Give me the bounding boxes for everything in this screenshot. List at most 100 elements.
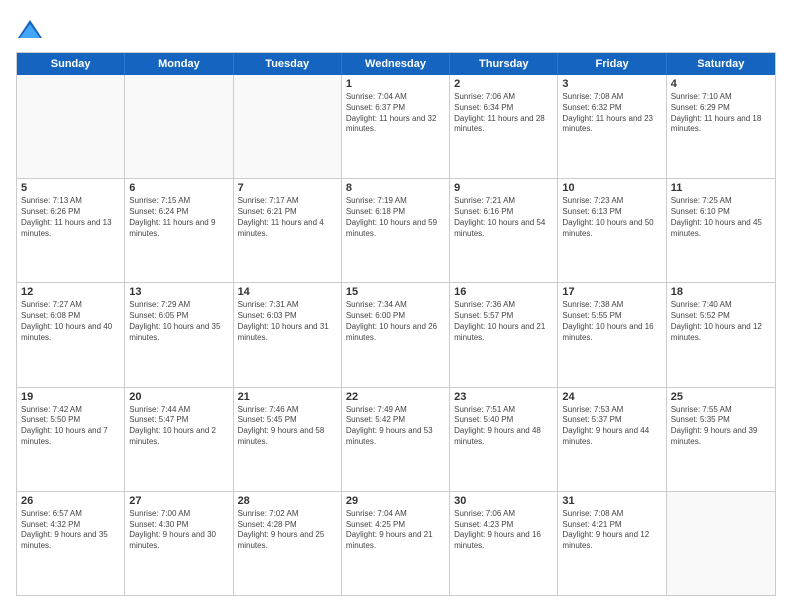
week-row-3: 12 Sunrise: 7:27 AMSunset: 6:08 PMDayligh… (17, 283, 775, 387)
empty-cell (125, 75, 233, 178)
day-cell-23: 23 Sunrise: 7:51 AMSunset: 5:40 PMDayligh… (450, 388, 558, 491)
empty-cell (17, 75, 125, 178)
day-number: 29 (346, 495, 445, 507)
day-cell-21: 21 Sunrise: 7:46 AMSunset: 5:45 PMDayligh… (234, 388, 342, 491)
empty-cell (667, 492, 775, 595)
day-cell-18: 18 Sunrise: 7:40 AMSunset: 5:52 PMDayligh… (667, 283, 775, 386)
day-info: Sunrise: 7:06 AMSunset: 4:23 PMDaylight:… (454, 509, 553, 552)
day-cell-27: 27 Sunrise: 7:00 AMSunset: 4:30 PMDayligh… (125, 492, 233, 595)
day-cell-7: 7 Sunrise: 7:17 AMSunset: 6:21 PMDaylight… (234, 179, 342, 282)
day-number: 11 (671, 182, 771, 194)
day-info: Sunrise: 7:53 AMSunset: 5:37 PMDaylight:… (562, 405, 661, 448)
day-cell-29: 29 Sunrise: 7:04 AMSunset: 4:25 PMDayligh… (342, 492, 450, 595)
header-day-monday: Monday (125, 53, 233, 75)
day-info: Sunrise: 7:34 AMSunset: 6:00 PMDaylight:… (346, 300, 445, 343)
day-number: 30 (454, 495, 553, 507)
week-row-5: 26 Sunrise: 6:57 AMSunset: 4:32 PMDayligh… (17, 492, 775, 595)
header-day-friday: Friday (558, 53, 666, 75)
day-number: 8 (346, 182, 445, 194)
day-number: 4 (671, 78, 771, 90)
header-day-saturday: Saturday (667, 53, 775, 75)
day-info: Sunrise: 7:29 AMSunset: 6:05 PMDaylight:… (129, 300, 228, 343)
day-number: 5 (21, 182, 120, 194)
day-cell-16: 16 Sunrise: 7:36 AMSunset: 5:57 PMDayligh… (450, 283, 558, 386)
day-info: Sunrise: 7:04 AMSunset: 4:25 PMDaylight:… (346, 509, 445, 552)
day-number: 20 (129, 391, 228, 403)
day-number: 12 (21, 286, 120, 298)
day-info: Sunrise: 7:04 AMSunset: 6:37 PMDaylight:… (346, 92, 445, 135)
day-number: 1 (346, 78, 445, 90)
day-number: 6 (129, 182, 228, 194)
day-number: 19 (21, 391, 120, 403)
day-number: 13 (129, 286, 228, 298)
day-info: Sunrise: 7:13 AMSunset: 6:26 PMDaylight:… (21, 196, 120, 239)
day-info: Sunrise: 6:57 AMSunset: 4:32 PMDaylight:… (21, 509, 120, 552)
day-cell-28: 28 Sunrise: 7:02 AMSunset: 4:28 PMDayligh… (234, 492, 342, 595)
day-number: 28 (238, 495, 337, 507)
page: SundayMondayTuesdayWednesdayThursdayFrid… (0, 0, 792, 612)
day-info: Sunrise: 7:17 AMSunset: 6:21 PMDaylight:… (238, 196, 337, 239)
day-cell-20: 20 Sunrise: 7:44 AMSunset: 5:47 PMDayligh… (125, 388, 233, 491)
day-info: Sunrise: 7:38 AMSunset: 5:55 PMDaylight:… (562, 300, 661, 343)
logo-icon (16, 16, 44, 44)
day-cell-9: 9 Sunrise: 7:21 AMSunset: 6:16 PMDaylight… (450, 179, 558, 282)
day-cell-25: 25Sunrise: 7:55 AMSunset: 5:35 PMDayligh… (667, 388, 775, 491)
header-day-sunday: Sunday (17, 53, 125, 75)
day-info: Sunrise: 7:36 AMSunset: 5:57 PMDaylight:… (454, 300, 553, 343)
day-number: 14 (238, 286, 337, 298)
day-number: 31 (562, 495, 661, 507)
logo (16, 16, 48, 44)
week-row-4: 19 Sunrise: 7:42 AMSunset: 5:50 PMDayligh… (17, 388, 775, 492)
day-cell-30: 30 Sunrise: 7:06 AMSunset: 4:23 PMDayligh… (450, 492, 558, 595)
day-info: Sunrise: 7:00 AMSunset: 4:30 PMDaylight:… (129, 509, 228, 552)
day-info: Sunrise: 7:21 AMSunset: 6:16 PMDaylight:… (454, 196, 553, 239)
header-day-tuesday: Tuesday (234, 53, 342, 75)
day-cell-1: 1 Sunrise: 7:04 AMSunset: 6:37 PMDaylight… (342, 75, 450, 178)
day-number: 17 (562, 286, 661, 298)
day-cell-8: 8 Sunrise: 7:19 AMSunset: 6:18 PMDaylight… (342, 179, 450, 282)
day-number: 10 (562, 182, 661, 194)
header (16, 16, 776, 44)
day-number: 27 (129, 495, 228, 507)
day-number: 9 (454, 182, 553, 194)
day-number: 15 (346, 286, 445, 298)
day-info: Sunrise: 7:42 AMSunset: 5:50 PMDaylight:… (21, 405, 120, 448)
day-info: Sunrise: 7:02 AMSunset: 4:28 PMDaylight:… (238, 509, 337, 552)
day-number: 18 (671, 286, 771, 298)
day-info: Sunrise: 7:19 AMSunset: 6:18 PMDaylight:… (346, 196, 445, 239)
day-cell-17: 17 Sunrise: 7:38 AMSunset: 5:55 PMDayligh… (558, 283, 666, 386)
day-cell-14: 14 Sunrise: 7:31 AMSunset: 6:03 PMDayligh… (234, 283, 342, 386)
empty-cell (234, 75, 342, 178)
day-info: Sunrise: 7:55 AMSunset: 5:35 PMDaylight:… (671, 405, 771, 448)
day-cell-6: 6 Sunrise: 7:15 AMSunset: 6:24 PMDaylight… (125, 179, 233, 282)
day-info: Sunrise: 7:08 AMSunset: 4:21 PMDaylight:… (562, 509, 661, 552)
day-cell-31: 31 Sunrise: 7:08 AMSunset: 4:21 PMDayligh… (558, 492, 666, 595)
day-number: 3 (562, 78, 661, 90)
day-number: 16 (454, 286, 553, 298)
day-info: Sunrise: 7:27 AMSunset: 6:08 PMDaylight:… (21, 300, 120, 343)
day-info: Sunrise: 7:06 AMSunset: 6:34 PMDaylight:… (454, 92, 553, 135)
day-info: Sunrise: 7:15 AMSunset: 6:24 PMDaylight:… (129, 196, 228, 239)
day-cell-15: 15 Sunrise: 7:34 AMSunset: 6:00 PMDayligh… (342, 283, 450, 386)
day-cell-26: 26 Sunrise: 6:57 AMSunset: 4:32 PMDayligh… (17, 492, 125, 595)
day-info: Sunrise: 7:51 AMSunset: 5:40 PMDaylight:… (454, 405, 553, 448)
day-number: 21 (238, 391, 337, 403)
day-cell-22: 22Sunrise: 7:49 AMSunset: 5:42 PMDayligh… (342, 388, 450, 491)
day-info: Sunrise: 7:31 AMSunset: 6:03 PMDaylight:… (238, 300, 337, 343)
day-number: 7 (238, 182, 337, 194)
day-number: 23 (454, 391, 553, 403)
day-info: Sunrise: 7:08 AMSunset: 6:32 PMDaylight:… (562, 92, 661, 135)
day-info: Sunrise: 7:44 AMSunset: 5:47 PMDaylight:… (129, 405, 228, 448)
day-cell-5: 5 Sunrise: 7:13 AMSunset: 6:26 PMDaylight… (17, 179, 125, 282)
day-info: Sunrise: 7:46 AMSunset: 5:45 PMDaylight:… (238, 405, 337, 448)
day-number: 26 (21, 495, 120, 507)
day-info: Sunrise: 7:40 AMSunset: 5:52 PMDaylight:… (671, 300, 771, 343)
day-number: 24 (562, 391, 661, 403)
calendar-body: 1 Sunrise: 7:04 AMSunset: 6:37 PMDaylight… (17, 75, 775, 595)
day-cell-19: 19 Sunrise: 7:42 AMSunset: 5:50 PMDayligh… (17, 388, 125, 491)
day-info: Sunrise: 7:10 AMSunset: 6:29 PMDaylight:… (671, 92, 771, 135)
header-day-thursday: Thursday (450, 53, 558, 75)
day-cell-11: 11Sunrise: 7:25 AMSunset: 6:10 PMDayligh… (667, 179, 775, 282)
day-cell-4: 4 Sunrise: 7:10 AMSunset: 6:29 PMDaylight… (667, 75, 775, 178)
calendar: SundayMondayTuesdayWednesdayThursdayFrid… (16, 52, 776, 596)
